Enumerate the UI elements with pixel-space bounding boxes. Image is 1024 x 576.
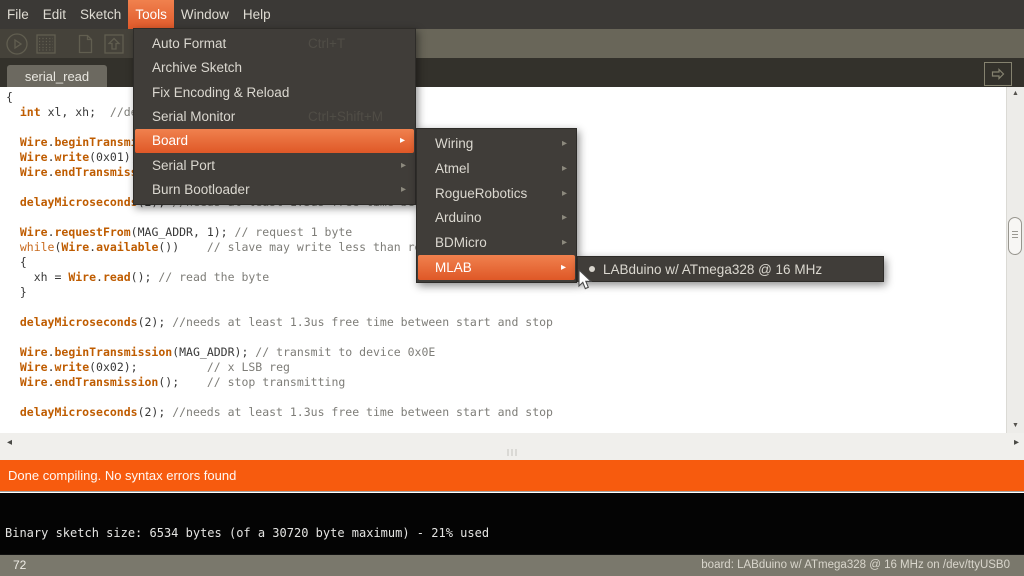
open-icon <box>102 32 126 56</box>
menu-edit[interactable]: Edit <box>36 0 73 29</box>
menu-item-label: BDMicro <box>435 235 487 250</box>
scroll-left-icon[interactable]: ◂ <box>7 437 12 449</box>
new-sketch-icon <box>73 32 97 56</box>
menu-item-archive-sketch[interactable]: Archive Sketch <box>134 55 415 79</box>
submenu-arrow-icon: ▸ <box>562 188 567 199</box>
menu-item-label: Wiring <box>435 136 473 151</box>
menu-file-label: File <box>7 7 29 22</box>
menu-item-label: Fix Encoding & Reload <box>152 85 289 100</box>
tab-serial-read[interactable]: serial_read <box>7 65 107 87</box>
console-line: Binary sketch size: 6534 bytes (of a 307… <box>5 526 489 540</box>
splitter-grip[interactable] <box>508 449 517 456</box>
code-line: Wire.beginTransmission(MAG_ADDR); // tra… <box>6 345 1006 360</box>
menu-item-atmel[interactable]: Atmel ▸ <box>417 156 576 181</box>
menu-item-board[interactable]: Board ▸ <box>135 129 414 153</box>
new-sketch-button[interactable] <box>72 31 98 57</box>
menu-item-label: LABduino w/ ATmega328 @ 16 MHz <box>603 262 822 277</box>
menu-window-label: Window <box>181 7 229 22</box>
submenu-arrow-icon: ▸ <box>562 212 567 223</box>
tab-label: serial_read <box>25 69 89 84</box>
arduino-ide-window: File Edit Sketch Tools Window Help <box>0 0 1024 576</box>
submenu-arrow-icon: ▸ <box>401 184 406 195</box>
scroll-up-icon[interactable]: ▲ <box>1007 89 1024 99</box>
editor-vertical-scrollbar[interactable]: ▲ ▼ <box>1006 87 1024 433</box>
vertical-scrollbar-thumb[interactable] <box>1008 217 1022 255</box>
tools-dropdown-menu: Auto Format Ctrl+T Archive Sketch Fix En… <box>133 28 416 205</box>
stop-icon <box>34 32 58 56</box>
menu-item-mlab[interactable]: MLAB ▸ <box>418 255 575 280</box>
code-line: Wire.endTransmission(); // stop transmit… <box>6 375 1006 390</box>
submenu-arrow-icon: ▸ <box>401 160 406 171</box>
menu-item-label: Archive Sketch <box>152 60 242 75</box>
serial-monitor-icon <box>990 67 1006 81</box>
menu-item-label: RogueRobotics <box>435 186 527 201</box>
menu-item-label: Board <box>152 133 188 148</box>
submenu-arrow-icon: ▸ <box>561 262 566 273</box>
console-output: Binary sketch size: 6534 bytes (of a 307… <box>0 493 1024 554</box>
mouse-cursor-icon <box>578 269 594 291</box>
mlab-submenu: LABduino w/ ATmega328 @ 16 MHz <box>577 256 884 282</box>
serial-monitor-button[interactable] <box>984 62 1012 86</box>
code-line <box>6 330 1006 345</box>
menu-file[interactable]: File <box>0 0 36 29</box>
menu-item-labduino[interactable]: LABduino w/ ATmega328 @ 16 MHz <box>578 259 883 279</box>
menubar: File Edit Sketch Tools Window Help <box>0 0 1024 29</box>
menu-item-roguerobotics[interactable]: RogueRobotics ▸ <box>417 181 576 206</box>
scroll-right-icon[interactable]: ▸ <box>1014 437 1019 449</box>
menu-item-label: Serial Port <box>152 158 215 173</box>
code-line: Wire.write(0x02); // x LSB reg <box>6 360 1006 375</box>
menu-item-label: Serial Monitor <box>152 109 235 124</box>
menu-item-burn-bootloader[interactable]: Burn Bootloader ▸ <box>134 178 415 202</box>
verify-icon <box>5 32 29 56</box>
submenu-arrow-icon: ▸ <box>400 135 405 146</box>
menu-item-wiring[interactable]: Wiring ▸ <box>417 131 576 156</box>
code-line <box>6 390 1006 405</box>
menu-sketch-label: Sketch <box>80 7 121 22</box>
compile-status-message: Done compiling. No syntax errors found <box>8 468 236 483</box>
menu-window[interactable]: Window <box>174 0 236 29</box>
menu-item-bdmicro[interactable]: BDMicro ▸ <box>417 230 576 255</box>
verify-button[interactable] <box>4 31 30 57</box>
menu-sketch[interactable]: Sketch <box>73 0 128 29</box>
menu-tools[interactable]: Tools <box>128 0 174 29</box>
shortcut-label: Ctrl+T <box>308 36 345 51</box>
menu-tools-label: Tools <box>135 7 167 22</box>
menu-help-label: Help <box>243 7 271 22</box>
menu-item-label: Atmel <box>435 161 470 176</box>
board-port-indicator: board: LABduino w/ ATmega328 @ 16 MHz on… <box>701 559 1010 571</box>
menu-item-label: Auto Format <box>152 36 226 51</box>
code-line <box>6 300 1006 315</box>
stop-button[interactable] <box>33 31 59 57</box>
bottom-status-strip: 72 board: LABduino w/ ATmega328 @ 16 MHz… <box>0 554 1024 576</box>
submenu-arrow-icon: ▸ <box>562 138 567 149</box>
menu-item-serial-port[interactable]: Serial Port ▸ <box>134 153 415 177</box>
menu-item-arduino[interactable]: Arduino ▸ <box>417 205 576 230</box>
scroll-down-icon[interactable]: ▼ <box>1007 421 1024 431</box>
menu-item-serial-monitor[interactable]: Serial Monitor Ctrl+Shift+M <box>134 104 415 128</box>
menu-item-label: Arduino <box>435 210 482 225</box>
menu-item-label: MLAB <box>435 260 472 275</box>
editor-horizontal-scrollbar[interactable]: ◂ ▸ <box>0 433 1024 460</box>
menu-item-fix-encoding[interactable]: Fix Encoding & Reload <box>134 80 415 104</box>
code-line: delayMicroseconds(2); //needs at least 1… <box>6 315 1006 330</box>
menu-help[interactable]: Help <box>236 0 278 29</box>
board-submenu: Wiring ▸ Atmel ▸ RogueRobotics ▸ Arduino… <box>416 128 577 283</box>
code-line: } <box>6 285 1006 300</box>
line-number-indicator: 72 <box>13 558 26 572</box>
menu-item-label: Burn Bootloader <box>152 182 250 197</box>
open-button[interactable] <box>101 31 127 57</box>
submenu-arrow-icon: ▸ <box>562 163 567 174</box>
compile-status-bar: Done compiling. No syntax errors found <box>0 460 1024 492</box>
submenu-arrow-icon: ▸ <box>562 237 567 248</box>
shortcut-label: Ctrl+Shift+M <box>308 109 383 124</box>
menu-item-auto-format[interactable]: Auto Format Ctrl+T <box>134 31 415 55</box>
menu-edit-label: Edit <box>43 7 66 22</box>
code-line: delayMicroseconds(2); //needs at least 1… <box>6 405 1006 420</box>
